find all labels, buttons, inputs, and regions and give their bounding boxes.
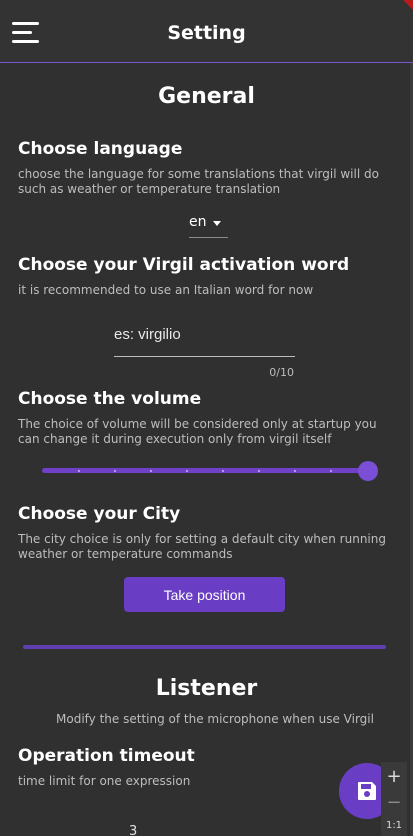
take-position-button[interactable]: Take position (124, 577, 285, 612)
language-description: choose the language for some translation… (18, 167, 379, 196)
timeout-heading: Operation timeout (18, 746, 195, 766)
slider-tick (222, 470, 224, 472)
activation-word-description: it is recommended to use an Italian word… (18, 283, 314, 297)
debug-banner-corner (403, 0, 413, 10)
slider-tick (258, 470, 260, 472)
zoom-out-button[interactable]: − (381, 792, 407, 813)
volume-heading: Choose the volume (18, 389, 202, 409)
app-bar: Setting (0, 0, 413, 63)
volume-description: The choice of volume will be considered … (18, 417, 377, 446)
slider-tick (186, 470, 188, 472)
city-heading: Choose your City (18, 504, 181, 524)
slider-tick (114, 470, 116, 472)
general-section-title: General (158, 84, 255, 109)
volume-slider-track[interactable] (42, 468, 368, 473)
activation-word-field[interactable] (114, 318, 295, 357)
slider-tick (294, 470, 296, 472)
save-icon (358, 782, 376, 800)
activation-word-counter: 0/10 (269, 366, 294, 379)
timeout-description: time limit for one expression (18, 774, 191, 788)
volume-slider[interactable] (42, 461, 378, 481)
section-divider (23, 645, 386, 649)
slider-tick (330, 470, 332, 472)
language-dropdown[interactable]: en (189, 212, 228, 238)
zoom-control: + − 1:1 (381, 762, 407, 836)
activation-word-heading: Choose your Virgil activation word (18, 255, 350, 275)
listener-subtitle: Modify the setting of the microphone whe… (56, 712, 374, 726)
volume-slider-thumb[interactable] (358, 461, 378, 481)
city-description: The city choice is only for setting a de… (18, 532, 386, 561)
slider-tick (150, 470, 152, 472)
activation-word-input[interactable] (114, 323, 295, 345)
zoom-in-button[interactable]: + (381, 766, 407, 787)
caret-down-icon (213, 221, 221, 226)
page-title: Setting (167, 22, 246, 44)
language-heading: Choose language (18, 139, 183, 159)
slider-tick (78, 470, 80, 472)
zoom-ratio-label: 1:1 (385, 820, 403, 831)
language-selected-value: en (189, 214, 207, 230)
listener-section-title: Listener (155, 676, 258, 701)
timeout-value[interactable]: 3 (129, 824, 137, 836)
